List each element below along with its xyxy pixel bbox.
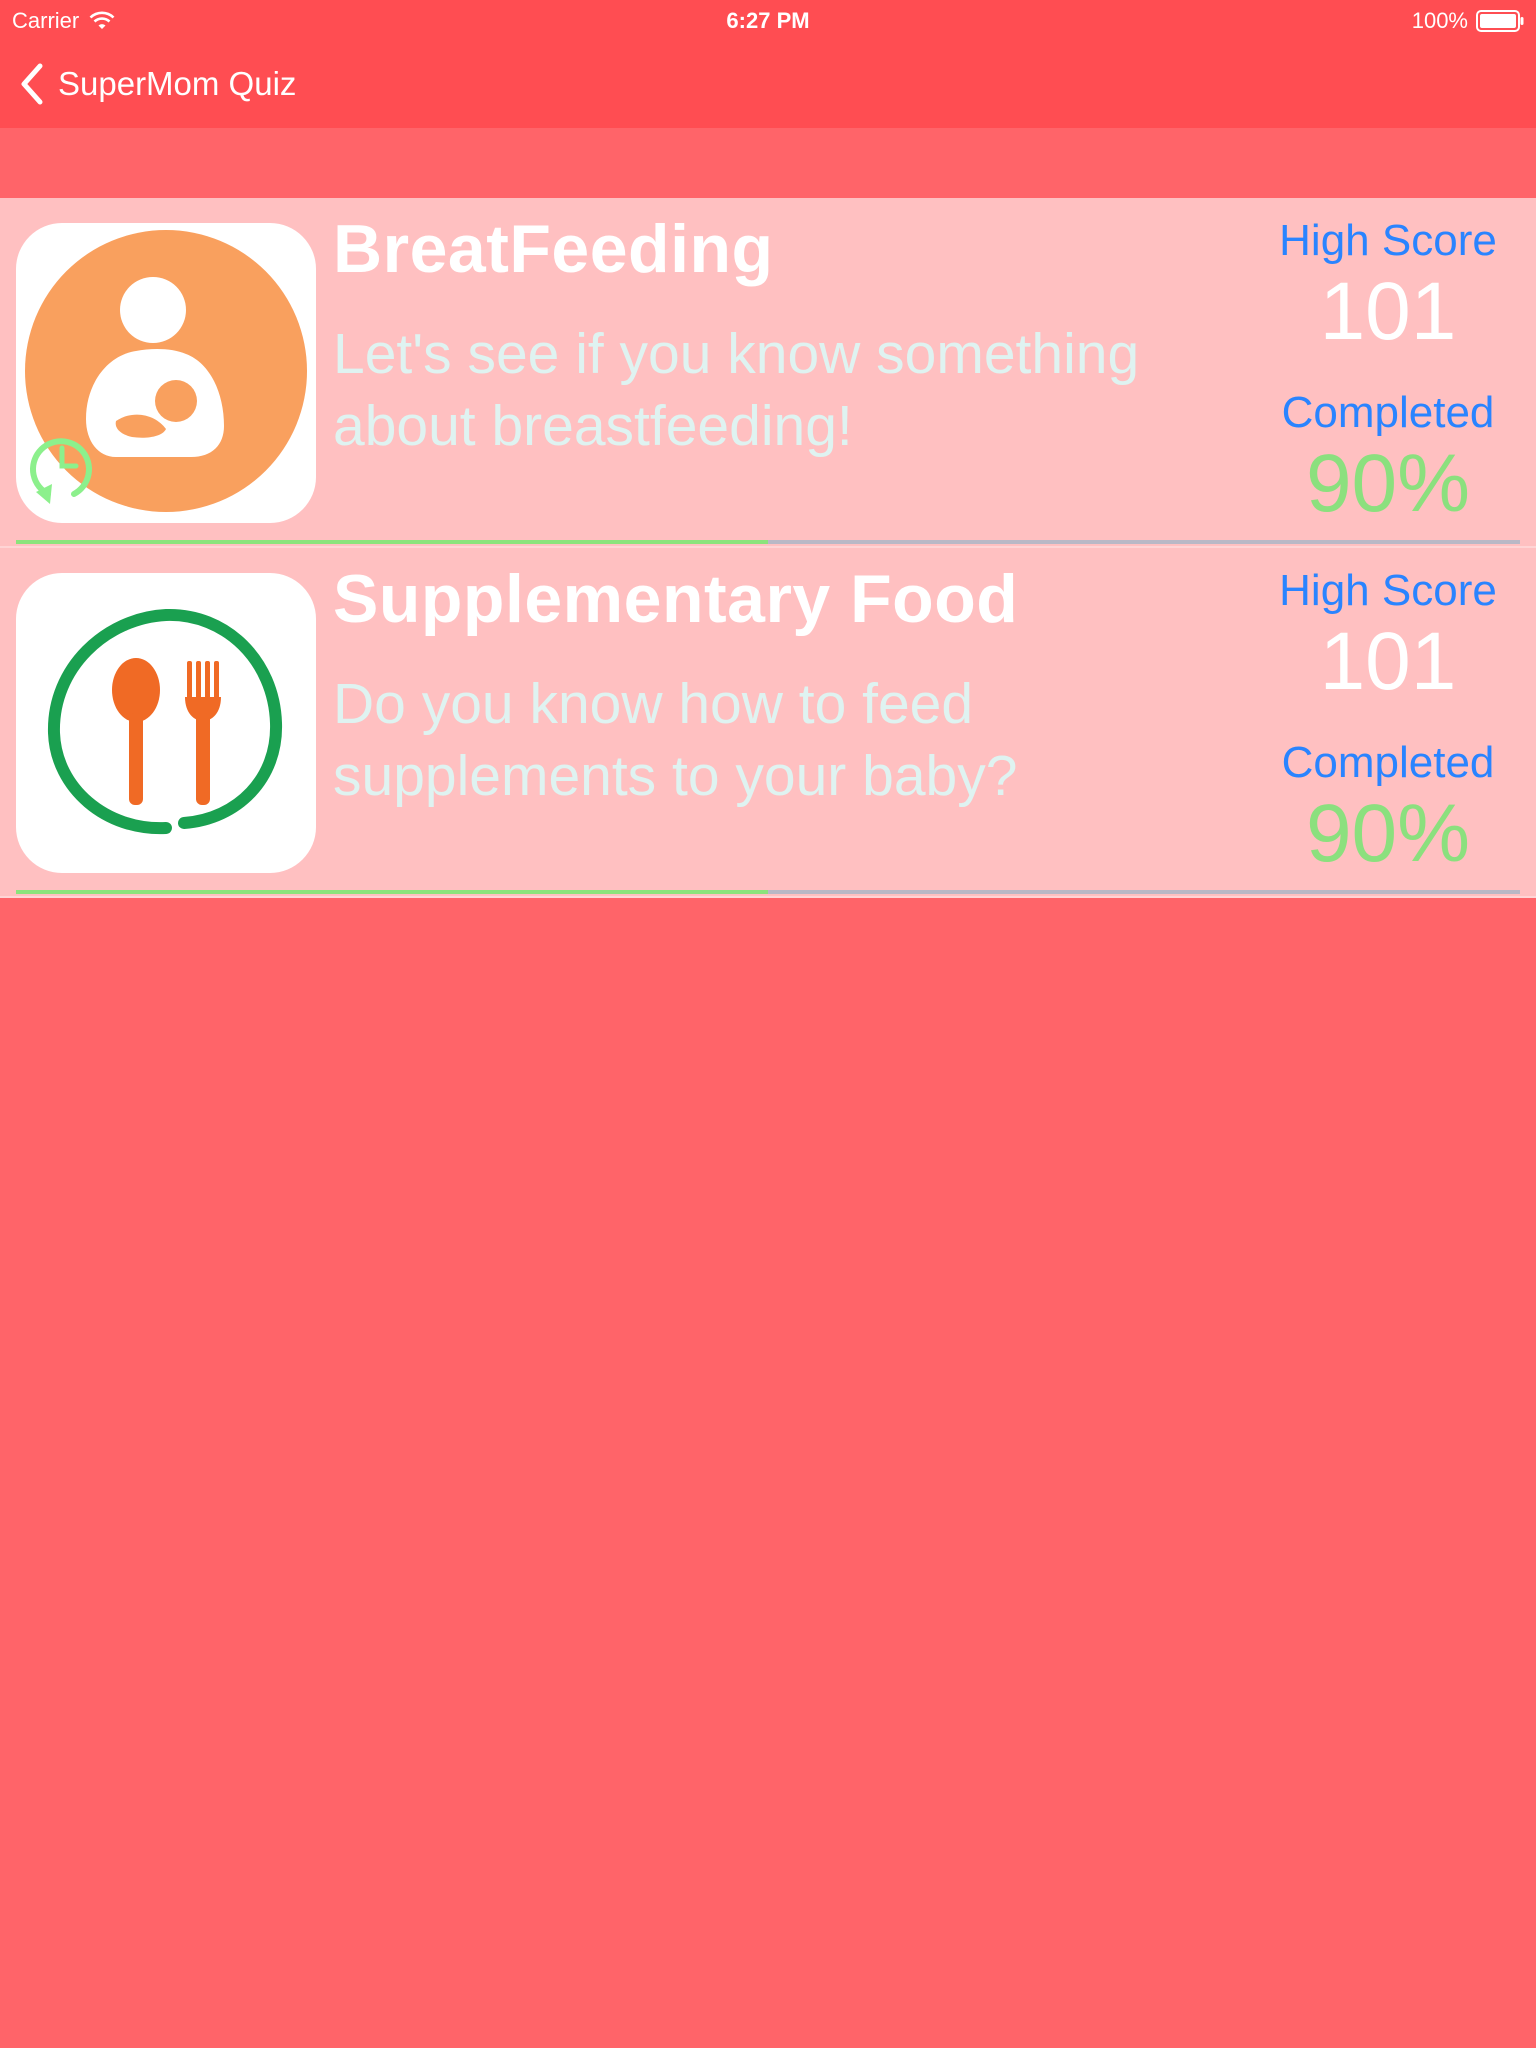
quiz-title: BreatFeeding: [333, 211, 774, 287]
status-time: 6:27 PM: [726, 8, 810, 33]
completed-label: Completed: [1281, 738, 1495, 787]
battery-icon: [1476, 10, 1524, 32]
top-bar: Carrier 6:27 PM 100% SuperMom Quiz: [0, 0, 1536, 128]
quiz-progress-fill: [16, 540, 768, 544]
back-button-label: SuperMom Quiz: [58, 65, 297, 102]
high-score-label: High Score: [1279, 566, 1497, 615]
list-header-spacer: [0, 128, 1536, 198]
replay-clock-icon: [30, 438, 92, 504]
quiz-progress-fill: [16, 890, 768, 894]
high-score-value: 101: [1319, 616, 1457, 707]
quiz-row-supplementary-food[interactable]: Supplementary Food Do you know how to fe…: [0, 548, 1536, 898]
high-score-value: 101: [1319, 266, 1457, 357]
quiz-list: BreatFeeding Let's see if you know somet…: [0, 198, 1536, 898]
app-screen: Carrier 6:27 PM 100% SuperMom Quiz Breat…: [0, 0, 1536, 2048]
completed-label: Completed: [1281, 388, 1495, 437]
quiz-title: Supplementary Food: [333, 561, 1019, 637]
completed-value: 90%: [1305, 788, 1471, 879]
quiz-progress-bar: [16, 540, 1520, 544]
quiz-description: Do you know how to feed supplements to y…: [333, 672, 1018, 808]
status-bar: Carrier 6:27 PM 100%: [0, 0, 1536, 40]
quiz-thumbnail: [16, 573, 316, 873]
chevron-left-icon: [21, 63, 43, 105]
back-button[interactable]: SuperMom Quiz: [18, 62, 296, 106]
battery-group: 100%: [1412, 8, 1524, 34]
high-score-label: High Score: [1279, 216, 1497, 265]
quiz-description: Let's see if you know something about br…: [333, 322, 1140, 458]
quiz-stats: High Score 101 Completed 90%: [1228, 556, 1536, 880]
quiz-row-breastfeeding[interactable]: BreatFeeding Let's see if you know somet…: [0, 198, 1536, 548]
quiz-stats: High Score 101 Completed 90%: [1228, 206, 1536, 530]
completed-value: 90%: [1305, 438, 1471, 529]
battery-percent: 100%: [1411, 8, 1468, 33]
quiz-progress-bar: [16, 890, 1520, 894]
spoon-fork-icon: [47, 608, 283, 835]
navigation-bar: SuperMom Quiz: [0, 40, 1536, 128]
